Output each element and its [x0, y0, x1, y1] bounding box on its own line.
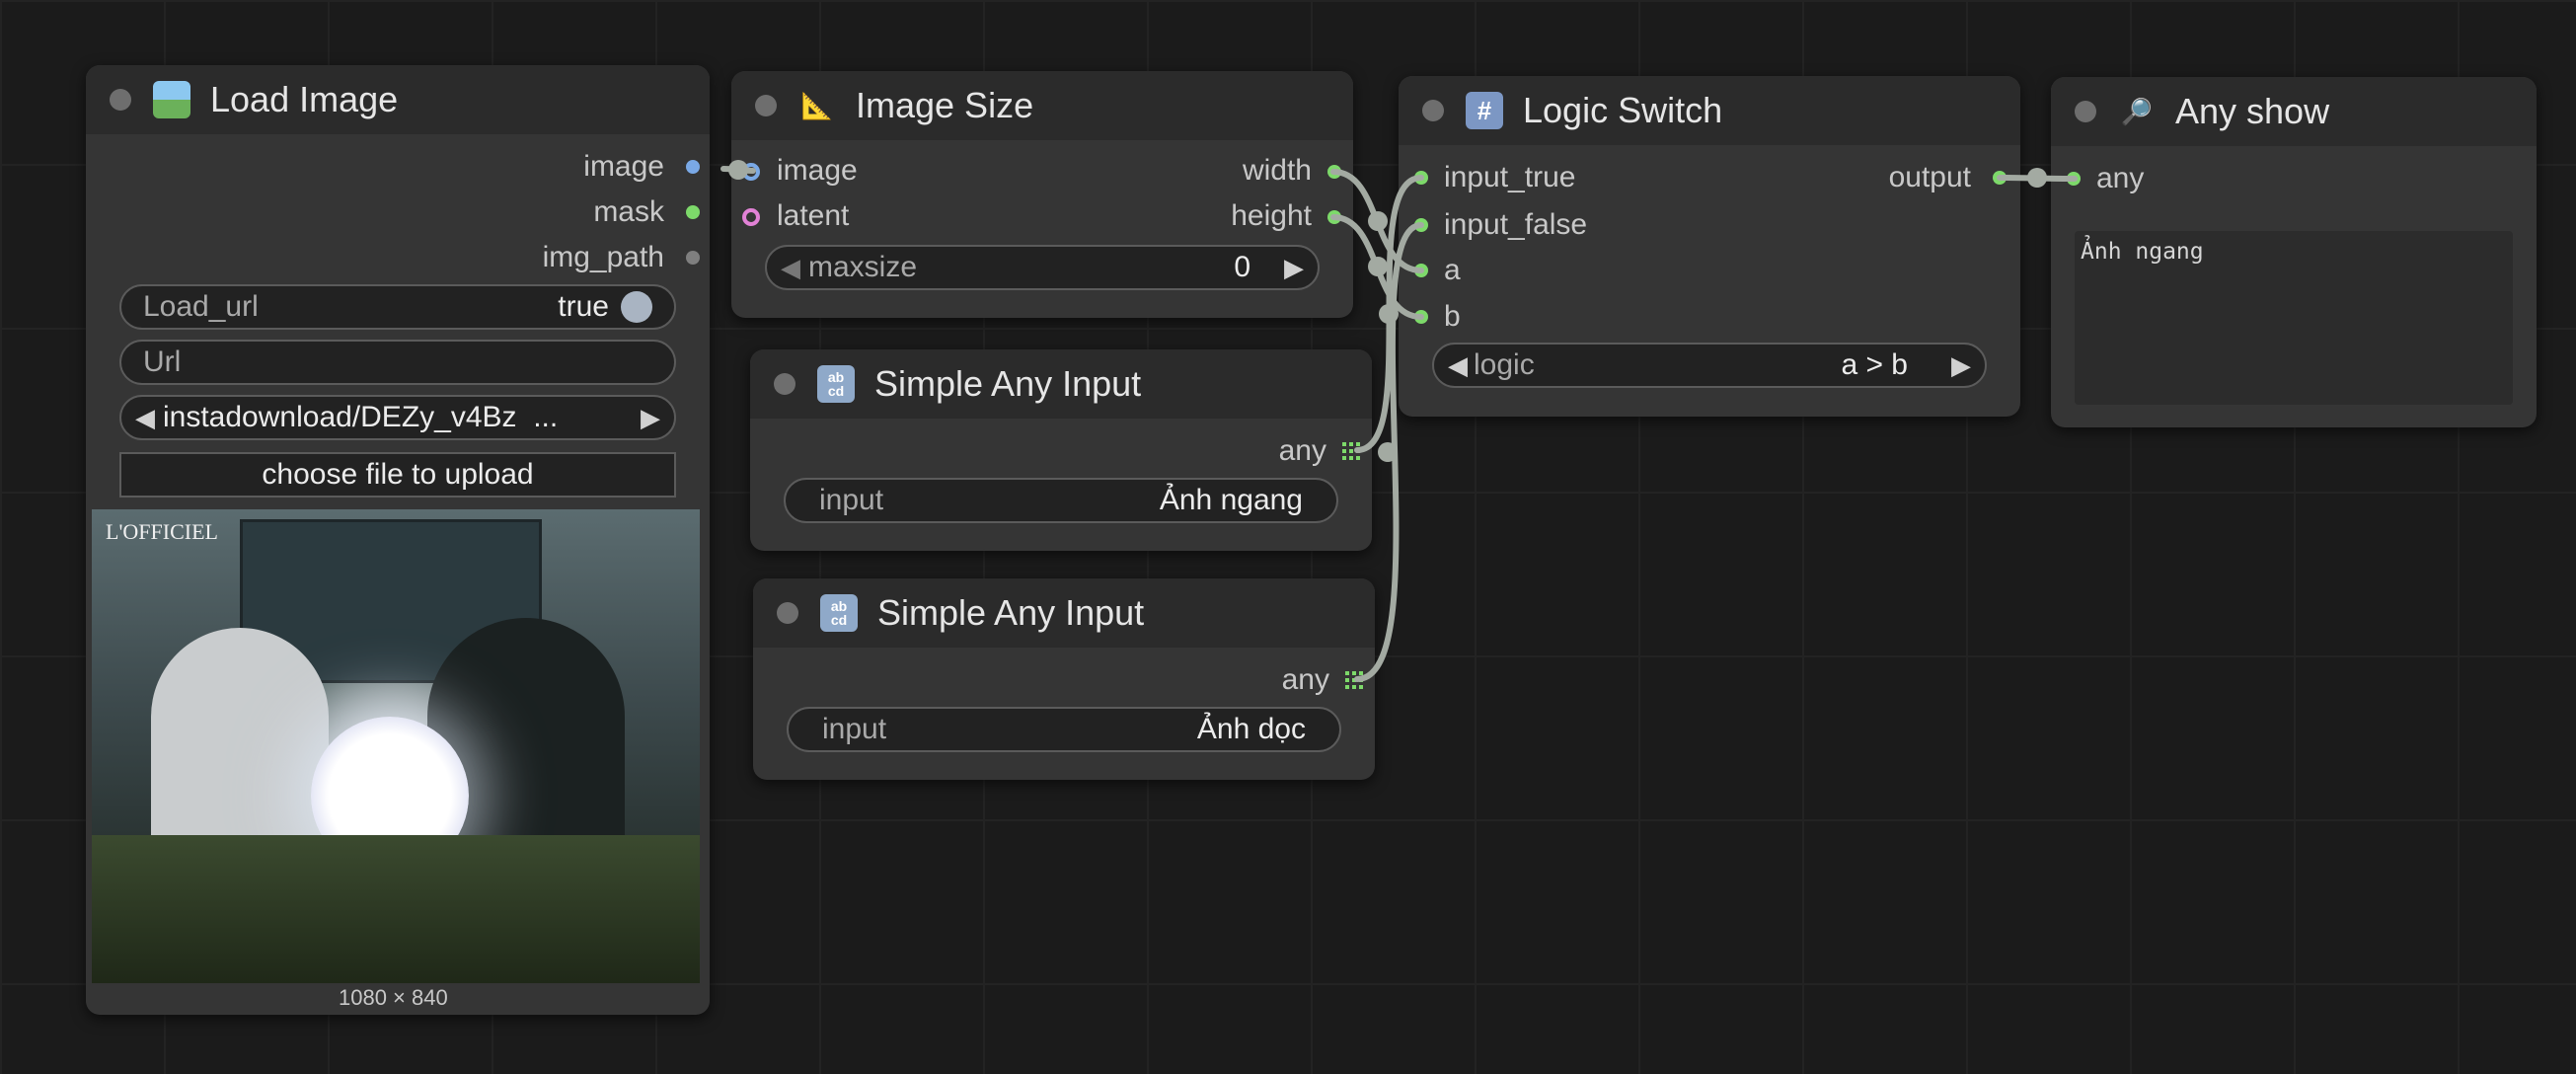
toggle-knob[interactable]	[621, 291, 652, 323]
input-text-widget[interactable]: input Ảnh dọc	[787, 707, 1341, 752]
node-header[interactable]: # Logic Switch	[1399, 76, 2020, 145]
input-label-any: any	[2096, 162, 2145, 194]
arrow-right-icon[interactable]: ▶	[1951, 350, 1971, 381]
widget-value: 0	[1234, 251, 1250, 283]
node-header[interactable]: ab cd Simple Any Input	[750, 349, 1372, 419]
collapse-toggle[interactable]	[2075, 101, 2096, 122]
image-icon	[153, 81, 190, 118]
output-slot-image[interactable]	[686, 160, 700, 174]
load-url-toggle[interactable]: Load_url true	[119, 284, 676, 330]
output-text-display[interactable]: Ảnh ngang	[2075, 231, 2513, 405]
bed-shape	[92, 835, 700, 983]
input-label-latent: latent	[777, 199, 850, 232]
abcd-icon: ab cd	[817, 365, 855, 403]
node-title: Simple Any Input	[877, 592, 1145, 633]
node-header[interactable]: 📐 Image Size	[731, 71, 1353, 140]
node-image-size[interactable]: 📐 Image Size image latent width height ◀…	[731, 71, 1353, 318]
input-slot-any[interactable]	[2067, 172, 2081, 186]
output-label-width: width	[1242, 154, 1312, 187]
node-load-image[interactable]: Load Image image mask img_path Load_url …	[86, 65, 710, 1015]
collapse-toggle[interactable]	[1422, 100, 1444, 121]
node-title: Any show	[2175, 91, 2330, 131]
preview-watermark: L'OFFICIEL	[106, 519, 218, 544]
magnifier-icon: 🔎	[2120, 96, 2154, 126]
hash-icon: #	[1466, 92, 1503, 129]
collapse-toggle[interactable]	[777, 602, 798, 624]
output-label-mask: mask	[593, 195, 664, 228]
widget-value: true	[558, 290, 609, 323]
url-input[interactable]: Url	[119, 340, 676, 385]
node-title: Load Image	[210, 79, 399, 119]
input-slot-input-false[interactable]	[1414, 218, 1428, 232]
widget-label: input	[822, 713, 887, 745]
arrow-left-icon[interactable]: ◀	[1448, 350, 1468, 381]
input-slot-image[interactable]	[742, 163, 760, 181]
image-preview: L'OFFICIEL	[92, 509, 700, 983]
node-header[interactable]: 🔎 Any show	[2051, 77, 2537, 146]
input-slot-b[interactable]	[1414, 310, 1428, 324]
output-label-any: any	[1281, 663, 1329, 696]
input-label-input-false: input_false	[1444, 208, 1588, 241]
node-simple-any-input-1[interactable]: ab cd Simple Any Input any input Ảnh ngan…	[750, 349, 1372, 551]
output-slot-any[interactable]	[1342, 442, 1360, 460]
node-simple-any-input-2[interactable]: ab cd Simple Any Input any input Ảnh dọc	[753, 578, 1375, 780]
node-title: Simple Any Input	[874, 363, 1142, 404]
node-title: Image Size	[856, 85, 1034, 125]
input-label-input-true: input_true	[1444, 161, 1576, 193]
input-label-b: b	[1444, 300, 1461, 333]
widget-label: input	[819, 484, 884, 516]
input-label-a: a	[1444, 254, 1461, 286]
node-logic-switch[interactable]: # Logic Switch input_true input_false a …	[1399, 76, 2020, 417]
output-slot-mask[interactable]	[686, 205, 700, 219]
output-slot-img-path[interactable]	[686, 251, 700, 265]
widget-value: Ảnh ngang	[1159, 484, 1303, 516]
widget-value: instadownload/DEZy_v4Bz ...	[163, 401, 559, 433]
maxsize-number-widget[interactable]: ◀ maxsize 0 ▶	[765, 245, 1320, 290]
output-label-image: image	[583, 150, 664, 183]
widget-value: Ảnh dọc	[1196, 713, 1306, 745]
arrow-left-icon[interactable]: ◀	[781, 253, 800, 283]
choose-file-button[interactable]: choose file to upload	[119, 452, 676, 498]
input-slot-latent[interactable]	[742, 208, 760, 226]
node-header[interactable]: Load Image	[86, 65, 710, 134]
output-label-img-path: img_path	[542, 241, 664, 273]
output-slot-output[interactable]	[1993, 171, 2007, 185]
arrow-right-icon[interactable]: ▶	[1284, 253, 1304, 283]
logic-combo-widget[interactable]: ◀ logic a > b ▶	[1432, 343, 1987, 388]
collapse-toggle[interactable]	[774, 373, 796, 395]
input-slot-input-true[interactable]	[1414, 171, 1428, 185]
widget-label: maxsize	[808, 251, 918, 283]
output-slot-height[interactable]	[1327, 210, 1341, 224]
link-midpoint	[1378, 442, 1398, 462]
arrow-right-icon[interactable]: ▶	[641, 403, 660, 433]
input-text-widget[interactable]: input Ảnh ngang	[784, 478, 1338, 523]
output-slot-width[interactable]	[1327, 165, 1341, 179]
input-label-image: image	[777, 154, 858, 187]
collapse-toggle[interactable]	[110, 89, 131, 111]
output-slot-any[interactable]	[1345, 671, 1363, 689]
node-title: Logic Switch	[1523, 90, 1723, 130]
arrow-left-icon[interactable]: ◀	[135, 403, 155, 433]
link-midpoint	[1368, 211, 1388, 231]
image-dimensions: 1080 × 840	[339, 985, 448, 1010]
triangle-ruler-icon: 📐	[800, 90, 834, 120]
collapse-toggle[interactable]	[755, 95, 777, 116]
output-label-any: any	[1278, 434, 1326, 467]
widget-value: a > b	[1841, 348, 1908, 381]
widget-label: Load_url	[143, 290, 259, 323]
link-midpoint	[2027, 168, 2047, 188]
link-midpoint	[1368, 257, 1388, 276]
output-label-output: output	[1888, 161, 1971, 193]
widget-label: Url	[143, 345, 182, 378]
image-file-combo[interactable]: ◀ instadownload/DEZy_v4Bz ... ▶	[119, 395, 676, 440]
link-midpoint	[1379, 304, 1399, 324]
abcd-icon: ab cd	[820, 594, 858, 632]
output-label-height: height	[1231, 199, 1312, 232]
input-slot-a[interactable]	[1414, 264, 1428, 277]
widget-label: logic	[1474, 348, 1535, 381]
node-any-show[interactable]: 🔎 Any show any Ảnh ngang	[2051, 77, 2537, 427]
node-header[interactable]: ab cd Simple Any Input	[753, 578, 1375, 648]
